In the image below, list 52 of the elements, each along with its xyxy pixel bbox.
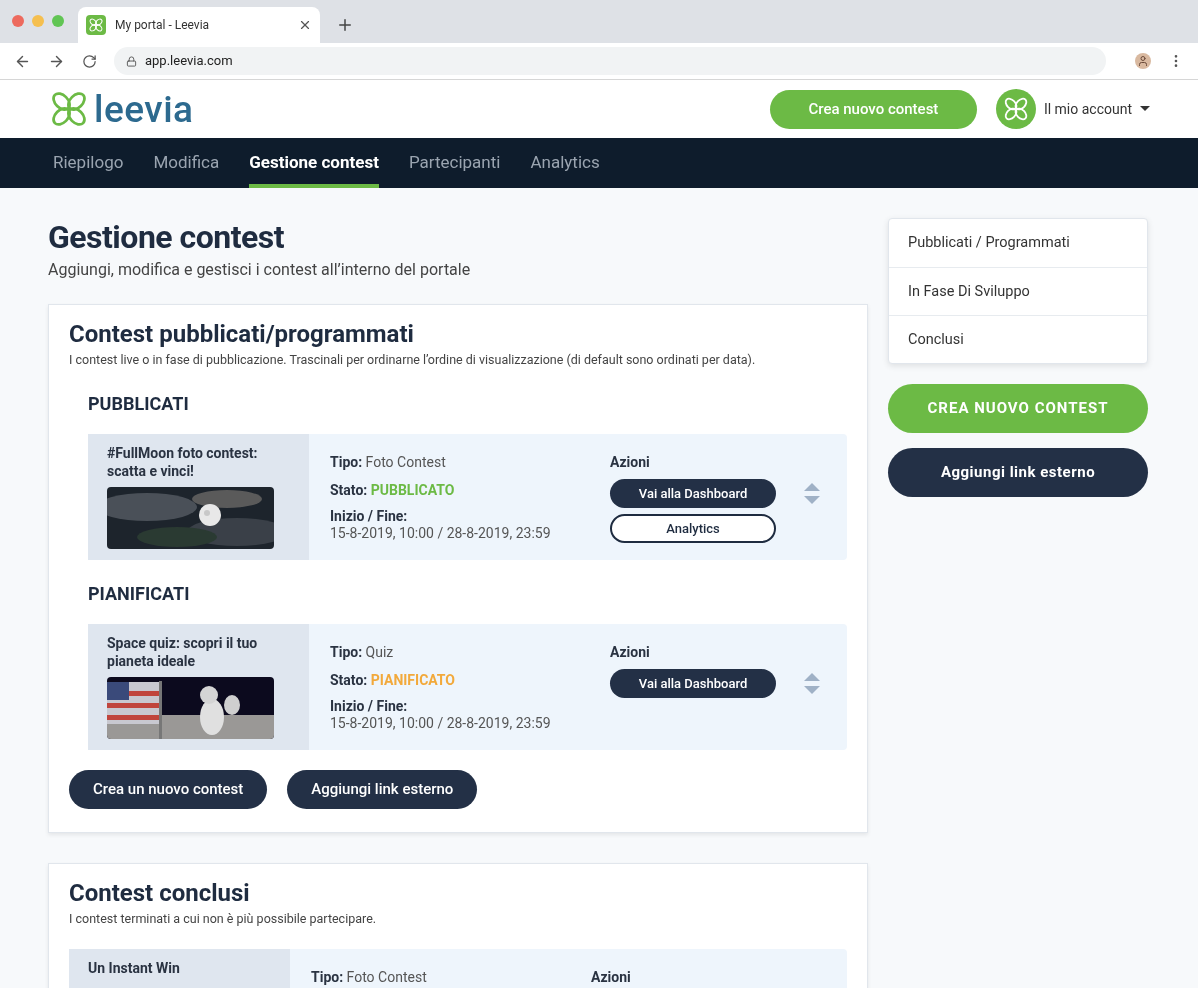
url-text: app.leevia.com: [145, 52, 233, 71]
close-icon[interactable]: [298, 18, 312, 32]
favicon-icon: [88, 17, 104, 33]
nav-tab[interactable]: Analytics: [530, 138, 600, 188]
browser-tab[interactable]: My portal - Leevia: [78, 7, 320, 43]
contest-status: Stato: PIANIFICATO: [330, 670, 456, 690]
section-nav-item[interactable]: Conclusi: [889, 315, 1147, 363]
section-description: I contest live o in fase di pubblicazione. Trascinali per ordinarne l’ordine di visualizzazione (di default sono ordinati per data).: [69, 351, 757, 369]
contest-dates: 15-8-2019, 10:00 / 28-8-2019, 23:59: [330, 524, 552, 542]
dates-label: Inizio / Fine:: [330, 697, 409, 715]
contest-title: Space quiz: scopri il tuo pianeta ideale: [107, 633, 259, 670]
nav-tab[interactable]: Partecipanti: [408, 138, 501, 188]
nav-tab[interactable]: Gestione contest: [249, 138, 379, 188]
contest-title: #FullMoon foto contest: scatta e vinci!: [107, 443, 259, 480]
dashboard-button[interactable]: Vai alla Dashboard: [610, 478, 776, 508]
contest-dates: 15-8-2019, 10:00 / 28-8-2019, 23:59: [330, 714, 552, 732]
create-contest-button[interactable]: Crea un nuovo contest: [69, 769, 268, 809]
nav-tab[interactable]: Riepilogo: [53, 138, 124, 188]
contest-type: Tipo: Foto Contest: [330, 452, 447, 472]
actions-label: Azioni: [610, 452, 651, 472]
section-title: Contest conclusi: [69, 877, 251, 908]
contest-status: Stato: PUBBLICATO: [330, 480, 456, 500]
page-subtitle: Aggiungi, modifica e gestisci i contest all’interno del portale: [48, 259, 472, 281]
dates-label: Inizio / Fine:: [330, 507, 409, 525]
actions-label: Azioni: [591, 967, 632, 987]
new-tab-icon[interactable]: [336, 16, 354, 34]
address-bar[interactable]: app.leevia.com: [114, 47, 1106, 75]
contest-title: Un Instant Win: [88, 958, 181, 977]
group-heading: PIANIFICATI: [88, 581, 191, 606]
section-title: Contest pubblicati/programmati: [69, 319, 415, 349]
drag-handle-icon[interactable]: [803, 672, 820, 695]
add-link-button[interactable]: Aggiungi link esterno: [888, 448, 1148, 497]
section-nav-item[interactable]: In Fase Di Sviluppo: [889, 267, 1147, 315]
drag-handle-icon[interactable]: [803, 482, 820, 505]
nav-tab[interactable]: Modifica: [153, 138, 220, 188]
profile-avatar-icon[interactable]: [1135, 53, 1151, 69]
caret-icon: [1140, 106, 1150, 112]
account-menu[interactable]: Il mio account: [1043, 98, 1150, 120]
analytics-button[interactable]: Analytics: [610, 513, 776, 543]
logo-text: leevia: [94, 90, 194, 128]
dashboard-button[interactable]: Vai alla Dashboard: [610, 668, 776, 698]
lock-icon: [126, 55, 137, 67]
section-nav-item[interactable]: Pubblicati / Programmati: [889, 219, 1147, 267]
contest-type: Tipo: Quiz: [330, 642, 395, 662]
actions-label: Azioni: [610, 642, 651, 662]
reload-icon[interactable]: [82, 53, 97, 69]
tab-title: My portal - Leevia: [115, 17, 211, 34]
section-description: I contest terminati a cui non è più possibile partecipare.: [69, 909, 378, 928]
contest-type: Tipo: Foto Contest: [311, 967, 428, 987]
page-title: Gestione contest: [48, 218, 286, 256]
group-heading: PUBBLICATI: [88, 391, 190, 416]
add-link-button[interactable]: Aggiungi link esterno: [287, 769, 478, 809]
